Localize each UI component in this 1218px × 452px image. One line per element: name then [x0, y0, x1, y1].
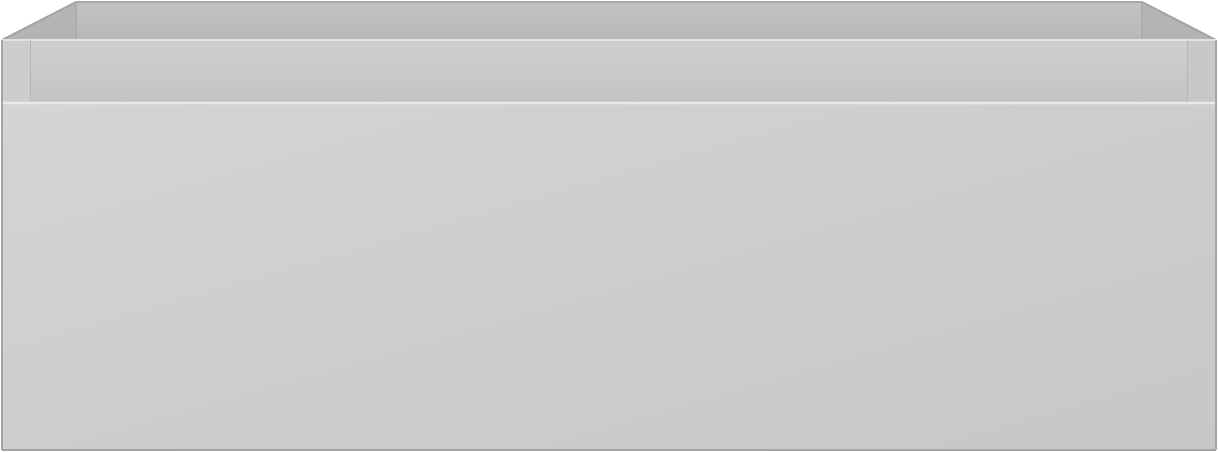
- drawer-front-panel: [1, 101, 1217, 451]
- drawer-left-corner-post: [1, 39, 30, 102]
- drawer-front-rim: [29, 39, 1189, 102]
- drawer-inner-back: [76, 2, 1142, 40]
- drawer-right-corner-post: [1188, 39, 1217, 102]
- drawer-illustration: [1, 1, 1217, 451]
